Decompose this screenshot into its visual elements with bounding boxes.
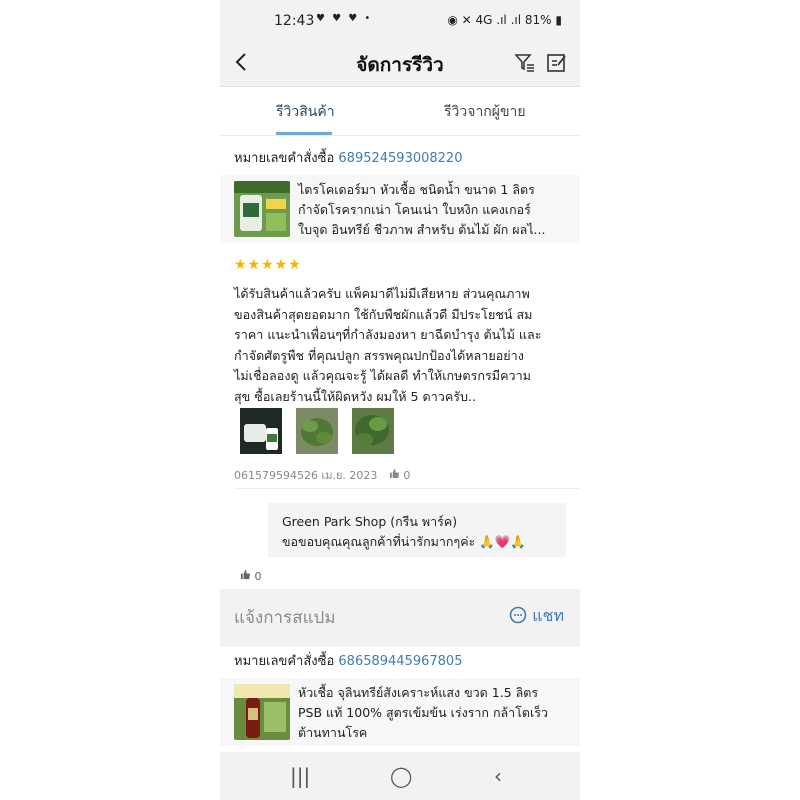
- phone-screen: 12:43 ♥ ♥ ♥ • ◉ ✕ 4G .ıl .ıl 81% ▮ จัดกา…: [220, 0, 580, 800]
- review-photo[interactable]: [240, 408, 282, 454]
- order-number-label: หมายเลขคำสั่งซื้อ: [234, 151, 335, 166]
- system-status: ◉ ✕ 4G .ıl .ıl 81% ▮: [447, 13, 562, 27]
- order-number-row: หมายเลขคำสั่งซื้อ 686589445967805: [234, 650, 462, 671]
- product-title-line: กำจัดโรครากเน่า โคนเน่า ใบหงิก แคงเกอร์: [298, 202, 531, 217]
- spam-report-bar: แจ้งการสแปม แชท: [220, 599, 580, 639]
- seller-reply: Green Park Shop (กรีน พาร์ค) ขอขอบคุณคุณ…: [268, 503, 566, 557]
- product-title-line: ไตรโคเดอร์มา หัวเชื้อ ชนิดน้ำ ขนาด 1 ลิต…: [298, 182, 535, 197]
- recent-apps-button[interactable]: |||: [290, 764, 310, 788]
- system-icons: ◉ ✕ 4G .ıl .ıl: [447, 13, 522, 27]
- notification-icons: ♥ ♥ ♥ •: [316, 13, 373, 24]
- review-photo[interactable]: [296, 408, 338, 454]
- review-date: 061579594526 เม.ย. 2023: [234, 469, 378, 482]
- system-nav-bar: ||| ◯ ‹: [220, 752, 580, 800]
- chat-label: แชท: [532, 606, 564, 625]
- product-title-line: ใบจุด อินทรีย์ ชีวภาพ สำหรับ ต้นไม้ ผัก …: [298, 222, 546, 237]
- edit-button[interactable]: [546, 52, 568, 78]
- review-line: ไม่เชื่อลองดู แล้วคุณจะรู้ ได้ผลดี ทำให้…: [234, 368, 531, 383]
- reply-message: ขอขอบคุณคุณลูกค้าที่น่ารักมากๆค่ะ 🙏💗🙏: [282, 534, 526, 549]
- review-text: ได้รับสินค้าแล้วครับ แพ็คมาดีไม่มีเสียหา…: [234, 284, 568, 407]
- review-line: ราคา แนะนำเพื่อนๆที่กำลังมองหา ยาฉีดบำรุ…: [234, 327, 542, 342]
- product-title-line: ต้านทานโรค: [298, 725, 368, 740]
- product-title: ไตรโคเดอร์มา หัวเชื้อ ชนิดน้ำ ขนาด 1 ลิต…: [298, 180, 566, 240]
- status-bar: 12:43 ♥ ♥ ♥ • ◉ ✕ 4G .ıl .ıl 81% ▮: [220, 0, 580, 42]
- thumbs-up-icon: [240, 569, 251, 580]
- reply-like-button[interactable]: 0: [240, 569, 262, 583]
- star-rating: ★★★★★: [234, 257, 302, 273]
- product-card[interactable]: ไตรโคเดอร์มา หัวเชื้อ ชนิดน้ำ ขนาด 1 ลิต…: [220, 175, 580, 243]
- like-count: 0: [403, 469, 411, 482]
- product-title-line: หัวเชื้อ จุลินทรีย์สังเคราะห์แสง ขวด 1.5…: [298, 685, 539, 700]
- active-tab-indicator: [276, 132, 332, 135]
- app-bar: จัดการรีวิว: [220, 42, 580, 87]
- reply-like-count: 0: [254, 570, 262, 583]
- review-meta: 061579594526 เม.ย. 2023 0: [234, 466, 410, 484]
- section-separator: [220, 589, 580, 599]
- review-tabs: รีวิวสินค้า รีวิวจากผู้ขาย: [220, 87, 580, 136]
- product-thumbnail: [234, 181, 290, 237]
- review-line: กำจัดศัตรูพืช ที่คุณปลูก สรรพคุณปกป้องได…: [234, 347, 524, 363]
- review-line: ของสินค้าสุดยอดมาก ใช้กับพืชผักแล้วดี มี…: [234, 306, 533, 322]
- review-line: สุข ซื้อเลยร้านนี้ให้ผิดหวัง ผมให้ 5 ดาว…: [234, 388, 477, 404]
- review-photo[interactable]: [352, 408, 394, 454]
- filter-button[interactable]: [514, 52, 536, 78]
- order-number[interactable]: 689524593008220: [338, 151, 462, 166]
- chat-button[interactable]: แชท: [509, 604, 564, 629]
- order-number-label: หมายเลขคำสั่งซื้อ: [234, 654, 335, 669]
- product-title: หัวเชื้อ จุลินทรีย์สังเคราะห์แสง ขวด 1.5…: [298, 683, 566, 743]
- edit-icon: [547, 54, 566, 72]
- product-card[interactable]: หัวเชื้อ จุลินทรีย์สังเคราะห์แสง ขวด 1.5…: [220, 678, 580, 746]
- like-button[interactable]: 0: [389, 468, 411, 482]
- battery-icon: ▮: [555, 13, 562, 27]
- order-number-row: หมายเลขคำสั่งซื้อ 689524593008220: [234, 147, 462, 168]
- section-separator: [220, 639, 580, 647]
- review-line: ได้รับสินค้าแล้วครับ แพ็คมาดีไม่มีเสียหา…: [234, 286, 530, 301]
- nav-back-button[interactable]: ‹: [494, 764, 502, 788]
- shop-name: Green Park Shop (กรีน พาร์ค): [282, 514, 458, 529]
- tab-product-reviews[interactable]: รีวิวสินค้า: [276, 101, 335, 123]
- order-number[interactable]: 686589445967805: [338, 654, 462, 669]
- product-title-line: PSB แท้ 100% สูตรเข้มข้น เร่งราก กล้าโตเ…: [298, 705, 549, 720]
- tab-seller-reviews[interactable]: รีวิวจากผู้ขาย: [444, 101, 526, 123]
- chat-bubble-icon: [509, 606, 527, 624]
- home-button[interactable]: ◯: [390, 764, 412, 788]
- status-time: 12:43: [274, 13, 315, 29]
- divider: [234, 488, 580, 489]
- product-thumbnail: [234, 684, 290, 740]
- report-spam-link[interactable]: แจ้งการสแปม: [234, 604, 336, 631]
- filter-icon: [514, 54, 534, 72]
- battery-level: 81%: [524, 13, 552, 27]
- thumbs-up-icon: [389, 468, 400, 479]
